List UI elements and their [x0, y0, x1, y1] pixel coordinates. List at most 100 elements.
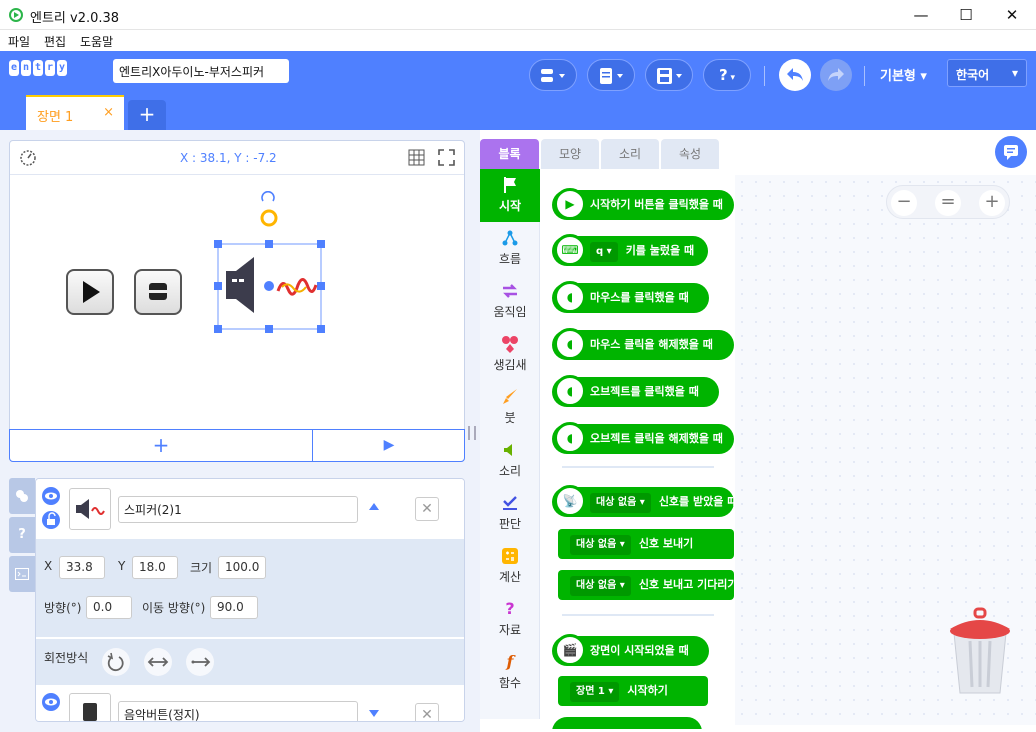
save-menu-button[interactable]: [645, 59, 693, 91]
flow-icon: [502, 230, 518, 246]
menu-help[interactable]: 도움말: [80, 33, 113, 50]
maximize-button[interactable]: ☐: [943, 0, 989, 30]
console-side-tab[interactable]: [9, 556, 35, 592]
no-rotation-icon: [191, 657, 211, 667]
script-canvas[interactable]: − = +: [735, 175, 1036, 725]
no-rotate-button[interactable]: [186, 648, 214, 676]
panel-resize-handle[interactable]: [468, 426, 476, 440]
category-looks[interactable]: 생김새: [480, 328, 540, 381]
chat-side-tab[interactable]: [9, 478, 35, 514]
object-item-music-stop[interactable]: 음악버튼(정지) ✕: [36, 685, 464, 721]
add-object-button[interactable]: +: [10, 430, 313, 461]
object-name-input[interactable]: 음악버튼(정지): [118, 701, 358, 721]
block-label: 시작하기 버튼을 클릭했을 때: [590, 198, 723, 211]
menu-edit[interactable]: 편집: [44, 33, 66, 50]
expand-arrow-icon[interactable]: [369, 710, 379, 717]
run-button[interactable]: ▶: [314, 430, 464, 461]
zoom-out-button[interactable]: −: [891, 190, 917, 216]
zoom-in-button[interactable]: +: [979, 190, 1005, 216]
block-send-signal-and-wait[interactable]: 대상 없음 ▾ 신호 보내고 기다리기: [558, 570, 735, 600]
menu-file[interactable]: 파일: [8, 33, 30, 50]
tab-sounds[interactable]: 소리: [601, 139, 659, 169]
signal-dropdown[interactable]: 대상 없음: [596, 497, 636, 508]
block-when-object-released[interactable]: ◖ 오브젝트 클릭을 해제했을 때: [552, 422, 734, 454]
close-button[interactable]: ✕: [989, 0, 1035, 30]
block-palette: ▶ 시작하기 버튼을 클릭했을 때 ⌨ q ▾ 키를 눌렀을 때 ◖ 마우스를 클릭했을…: [540, 169, 735, 729]
help-menu-button[interactable]: ? ▾: [703, 59, 751, 91]
clapperboard-icon: 🎬: [554, 634, 586, 666]
block-send-signal[interactable]: 대상 없음 ▾ 신호 보내기: [558, 529, 734, 559]
category-calc[interactable]: 계산: [480, 540, 540, 593]
x-input[interactable]: 33.8: [59, 556, 105, 579]
key-dropdown[interactable]: q: [596, 246, 603, 257]
scene-dropdown[interactable]: 장면 1: [576, 686, 605, 697]
category-function[interactable]: f 함수: [480, 646, 540, 699]
category-start[interactable]: 시작: [480, 169, 540, 222]
block-when-key-pressed[interactable]: ⌨ q ▾ 키를 눌렀을 때: [552, 234, 708, 266]
collapse-arrow-icon[interactable]: [369, 503, 379, 510]
block-when-object-clicked[interactable]: ◖ 오브젝트를 클릭했을 때: [552, 375, 719, 407]
block-partial[interactable]: [552, 717, 702, 729]
tab-shapes[interactable]: 모양: [541, 139, 599, 169]
category-label: 계산: [498, 570, 522, 584]
music-play-button-sprite[interactable]: [66, 269, 114, 315]
category-judge[interactable]: 판단: [480, 487, 540, 540]
category-brush[interactable]: 붓: [480, 381, 540, 434]
rotate-free-button[interactable]: [102, 648, 130, 676]
add-scene-button[interactable]: +: [128, 100, 166, 130]
eye-icon[interactable]: [42, 693, 60, 711]
grid-icon[interactable]: [408, 149, 425, 166]
object-list: 스피커(2)1 ✕ X 33.8 Y 18.0 크기 100.0 방향(°) 0…: [35, 478, 465, 722]
block-when-start-clicked[interactable]: ▶ 시작하기 버튼을 클릭했을 때: [552, 188, 734, 220]
signal-dropdown[interactable]: 대상 없음: [576, 580, 616, 591]
speech-bubble-icon: [16, 489, 28, 502]
block-when-scene-starts[interactable]: 🎬 장면이 시작되었을 때: [552, 634, 709, 666]
direction-input[interactable]: 0.0: [86, 596, 132, 619]
help-side-tab[interactable]: ?: [9, 517, 35, 553]
fullscreen-icon[interactable]: [438, 149, 455, 166]
block-when-mouse-clicked[interactable]: ◖ 마우스를 클릭했을 때: [552, 281, 709, 313]
music-stop-button-sprite[interactable]: [134, 269, 182, 315]
block-start-scene[interactable]: 장면 1 ▾ 시작하기: [558, 676, 708, 706]
block-when-mouse-released[interactable]: ◖ 마우스 클릭을 해제했을 때: [552, 328, 734, 360]
tab-blocks[interactable]: 블록: [480, 139, 539, 169]
mode-selector[interactable]: 기본형 ▾: [880, 65, 927, 84]
language-select[interactable]: 한국어 ▾: [947, 59, 1027, 87]
block-when-signal-received[interactable]: 📡 대상 없음 ▾ 신호를 받았을 때: [552, 485, 735, 517]
eye-icon[interactable]: [42, 487, 60, 505]
scene-close-icon[interactable]: ×: [103, 105, 114, 120]
tab-attributes[interactable]: 속성: [661, 139, 719, 169]
speaker-sprite-selection[interactable]: [208, 191, 334, 339]
delete-object-button[interactable]: ✕: [415, 497, 439, 521]
menu-bar: 파일 편집 도움말: [0, 30, 1036, 51]
speed-gauge-icon[interactable]: [19, 149, 37, 167]
category-data[interactable]: ? 자료: [480, 593, 540, 646]
size-input[interactable]: 100.0: [218, 556, 266, 579]
category-move[interactable]: 움직임: [480, 275, 540, 328]
signal-dropdown[interactable]: 대상 없음: [576, 539, 616, 550]
trash-can-icon[interactable]: [948, 605, 1012, 697]
scene-tab[interactable]: 장면 1 ×: [26, 95, 124, 130]
y-input[interactable]: 18.0: [132, 556, 178, 579]
block-shape-icon: [541, 68, 565, 82]
signal-antenna-icon: 📡: [554, 485, 586, 517]
unlock-icon[interactable]: [42, 511, 60, 529]
category-sound[interactable]: 소리: [480, 434, 540, 487]
move-direction-input[interactable]: 90.0: [210, 596, 258, 619]
document-menu-button[interactable]: [587, 59, 635, 91]
undo-button[interactable]: [779, 59, 811, 91]
object-name-input[interactable]: 스피커(2)1: [118, 496, 358, 523]
block-menu-button[interactable]: [529, 59, 577, 91]
object-item-speaker[interactable]: 스피커(2)1 ✕: [36, 479, 464, 539]
project-name-input[interactable]: 엔트리X아두이노-부저스피커: [113, 59, 289, 83]
category-flow[interactable]: 흐름: [480, 222, 540, 275]
rotation-label: 회전방식: [44, 651, 89, 665]
zoom-reset-button[interactable]: =: [935, 190, 961, 216]
delete-object-button[interactable]: ✕: [415, 703, 439, 721]
minimize-button[interactable]: —: [898, 0, 944, 30]
chat-button[interactable]: [995, 136, 1027, 168]
move-direction-label: 이동 방향(°): [142, 601, 206, 615]
keyboard-icon: ⌨: [554, 234, 586, 266]
flip-horizontal-button[interactable]: [144, 648, 172, 676]
redo-button[interactable]: [820, 59, 852, 91]
